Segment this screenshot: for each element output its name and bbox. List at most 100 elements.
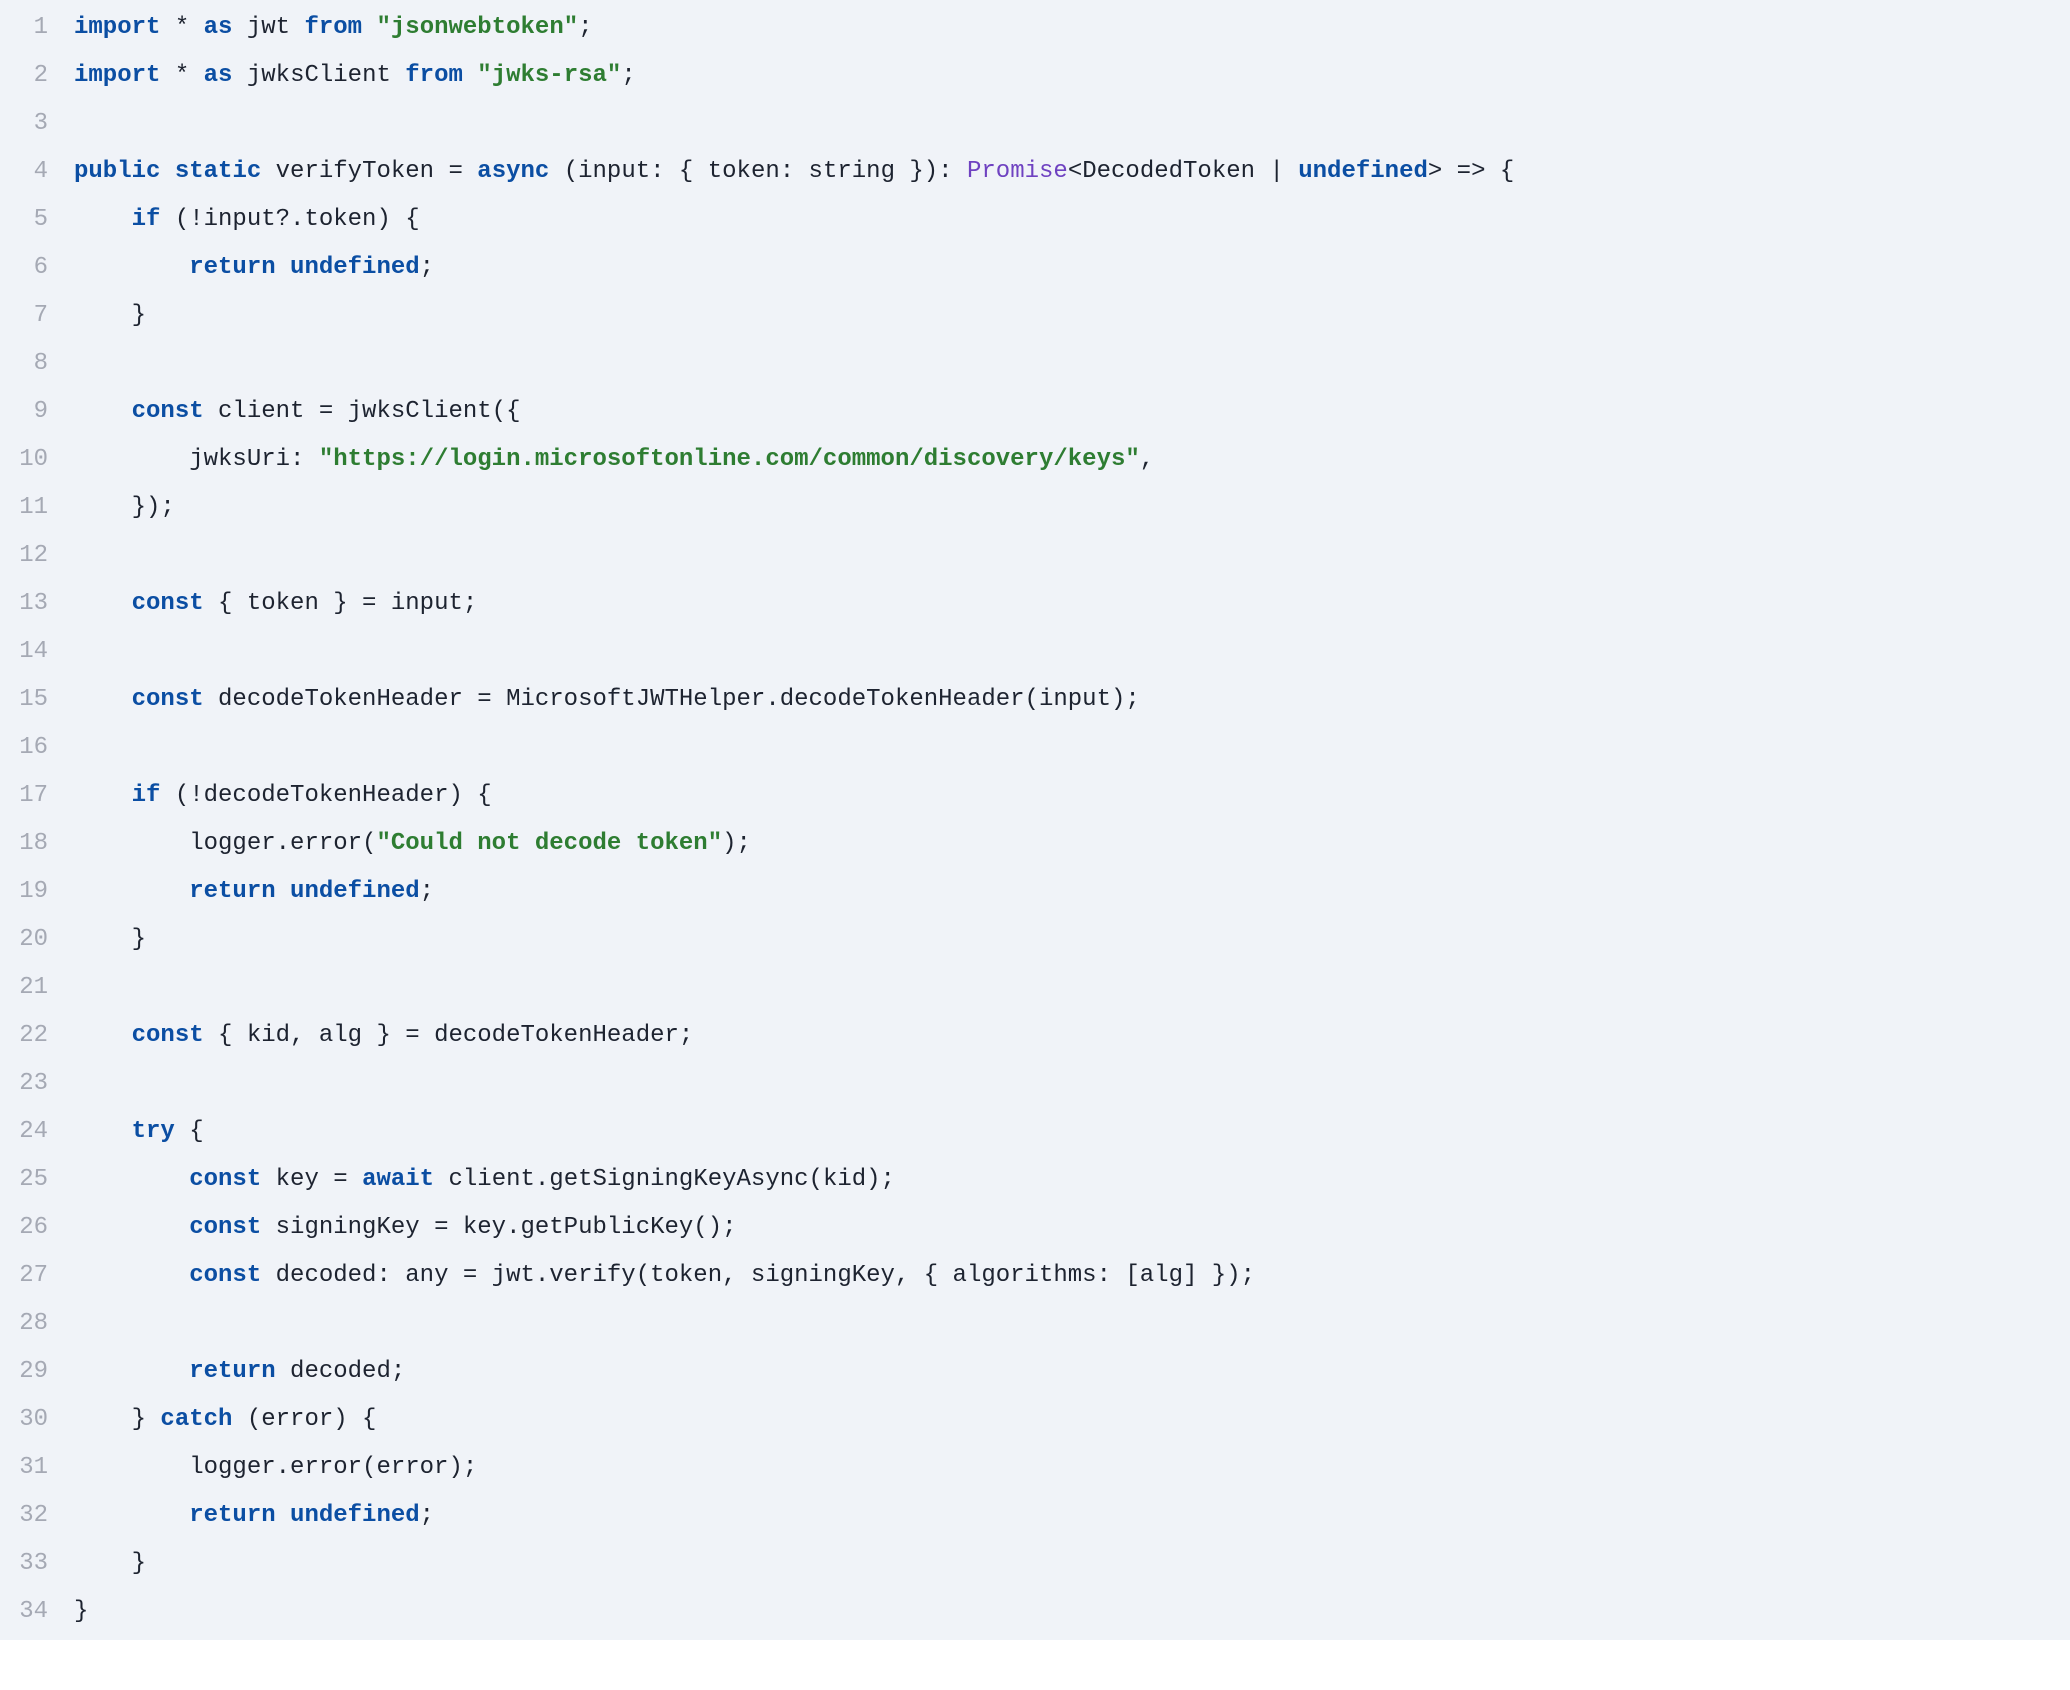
token-kw: const (189, 1262, 261, 1289)
token-str: "Could not decode token" (376, 830, 722, 857)
line-number: 22 (10, 1012, 48, 1060)
code-block: 1234567891011121314151617181920212223242… (0, 0, 2070, 1640)
code-line[interactable]: const decodeTokenHeader = MicrosoftJWTHe… (74, 676, 2070, 724)
token-kw: const (189, 1214, 261, 1241)
code-line[interactable]: const signingKey = key.getPublicKey(); (74, 1204, 2070, 1252)
code-line[interactable]: try { (74, 1108, 2070, 1156)
code-line[interactable] (74, 628, 2070, 676)
code-line[interactable]: const decoded: any = jwt.verify(token, s… (74, 1252, 2070, 1300)
line-number: 11 (10, 484, 48, 532)
code-line[interactable]: return undefined; (74, 244, 2070, 292)
code-line[interactable] (74, 532, 2070, 580)
token-plain: }); (74, 494, 175, 521)
code-line[interactable] (74, 964, 2070, 1012)
code-line[interactable]: return decoded; (74, 1348, 2070, 1396)
code-line[interactable]: logger.error(error); (74, 1444, 2070, 1492)
code-line[interactable]: public static verifyToken = async (input… (74, 148, 2070, 196)
token-plain (74, 1262, 189, 1289)
token-plain: jwksUri: (74, 446, 319, 473)
token-type: Promise (967, 158, 1068, 185)
line-number: 7 (10, 292, 48, 340)
token-kw: public (74, 158, 160, 185)
line-number: 4 (10, 148, 48, 196)
code-line[interactable]: const key = await client.getSigningKeyAs… (74, 1156, 2070, 1204)
token-plain (74, 878, 189, 905)
token-kw: as (204, 14, 233, 41)
line-number: 10 (10, 436, 48, 484)
token-plain: verifyToken = (261, 158, 477, 185)
code-content[interactable]: import * as jwt from "jsonwebtoken";impo… (60, 0, 2070, 1640)
token-plain: (error) { (232, 1406, 376, 1433)
token-plain (276, 254, 290, 281)
code-line[interactable]: const { token } = input; (74, 580, 2070, 628)
token-kw: undefined (290, 878, 420, 905)
token-str: "jsonwebtoken" (376, 14, 578, 41)
token-kw: return (189, 878, 275, 905)
line-number: 20 (10, 916, 48, 964)
line-number: 8 (10, 340, 48, 388)
code-line[interactable]: return undefined; (74, 1492, 2070, 1540)
token-plain (160, 158, 174, 185)
token-plain: ; (621, 62, 635, 89)
token-plain (74, 1022, 132, 1049)
token-kw: const (132, 1022, 204, 1049)
token-plain: ; (578, 14, 592, 41)
token-kw: async (477, 158, 549, 185)
code-line[interactable]: } (74, 1540, 2070, 1588)
code-line[interactable] (74, 1060, 2070, 1108)
code-line[interactable]: if (!input?.token) { (74, 196, 2070, 244)
token-plain (74, 206, 132, 233)
code-line[interactable] (74, 340, 2070, 388)
token-plain: jwt (232, 14, 304, 41)
token-kw: const (132, 590, 204, 617)
token-plain (74, 1214, 189, 1241)
code-line[interactable]: }); (74, 484, 2070, 532)
token-plain: (input: { token: string }): (549, 158, 967, 185)
code-line[interactable]: } (74, 292, 2070, 340)
token-plain (74, 782, 132, 809)
token-kw: from (405, 62, 463, 89)
token-plain: client = jwksClient({ (204, 398, 521, 425)
code-line[interactable] (74, 100, 2070, 148)
line-number-gutter: 1234567891011121314151617181920212223242… (0, 0, 60, 1640)
token-plain: ); (722, 830, 751, 857)
token-kw: return (189, 1502, 275, 1529)
code-line[interactable]: const { kid, alg } = decodeTokenHeader; (74, 1012, 2070, 1060)
token-plain: decoded; (276, 1358, 406, 1385)
token-plain: key = (261, 1166, 362, 1193)
token-plain: client.getSigningKeyAsync(kid); (434, 1166, 895, 1193)
token-str: "https://login.microsoftonline.com/commo… (319, 446, 1140, 473)
line-number: 16 (10, 724, 48, 772)
line-number: 14 (10, 628, 48, 676)
code-line[interactable]: if (!decodeTokenHeader) { (74, 772, 2070, 820)
code-line[interactable]: } (74, 1588, 2070, 1636)
line-number: 24 (10, 1108, 48, 1156)
code-line[interactable] (74, 724, 2070, 772)
line-number: 2 (10, 52, 48, 100)
line-number: 18 (10, 820, 48, 868)
code-line[interactable]: const client = jwksClient({ (74, 388, 2070, 436)
token-plain: ; (420, 1502, 434, 1529)
code-line[interactable]: import * as jwt from "jsonwebtoken"; (74, 4, 2070, 52)
line-number: 32 (10, 1492, 48, 1540)
code-line[interactable]: } (74, 916, 2070, 964)
line-number: 1 (10, 4, 48, 52)
token-kw: catch (160, 1406, 232, 1433)
line-number: 13 (10, 580, 48, 628)
token-plain: { token } = input; (204, 590, 478, 617)
line-number: 21 (10, 964, 48, 1012)
token-kw: return (189, 254, 275, 281)
code-line[interactable]: } catch (error) { (74, 1396, 2070, 1444)
token-kw: undefined (290, 254, 420, 281)
code-line[interactable]: import * as jwksClient from "jwks-rsa"; (74, 52, 2070, 100)
line-number: 33 (10, 1540, 48, 1588)
token-plain (74, 1502, 189, 1529)
token-plain: decoded: any = jwt.verify(token, signing… (261, 1262, 1255, 1289)
code-line[interactable] (74, 1300, 2070, 1348)
line-number: 26 (10, 1204, 48, 1252)
code-line[interactable]: return undefined; (74, 868, 2070, 916)
token-kw: await (362, 1166, 434, 1193)
line-number: 9 (10, 388, 48, 436)
code-line[interactable]: logger.error("Could not decode token"); (74, 820, 2070, 868)
code-line[interactable]: jwksUri: "https://login.microsoftonline.… (74, 436, 2070, 484)
